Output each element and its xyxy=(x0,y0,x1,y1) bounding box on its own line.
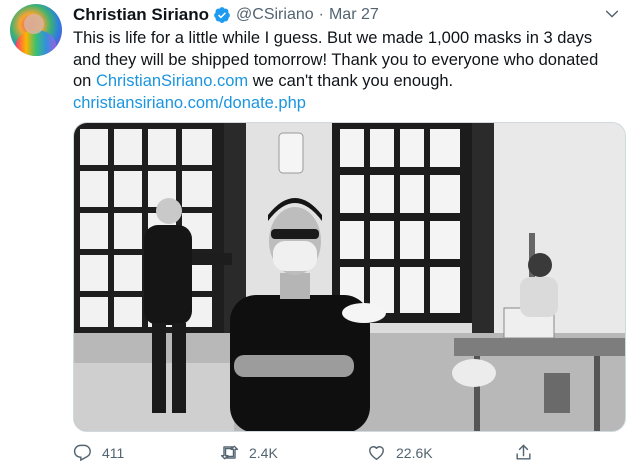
share-icon xyxy=(516,444,531,460)
website-link[interactable]: ChristianSiriano.com xyxy=(96,72,248,90)
tweet-photo[interactable] xyxy=(73,122,626,432)
chevron-down-icon[interactable] xyxy=(604,6,620,22)
author-handle[interactable]: @CSiriano xyxy=(236,6,314,24)
tweet-date[interactable]: Mar 27 xyxy=(329,6,379,24)
avatar[interactable] xyxy=(10,4,62,56)
tweet-text-prefix: on xyxy=(73,72,96,90)
reply-icon xyxy=(73,444,91,462)
photo-scene xyxy=(74,123,625,431)
tweet-text-line: on ChristianSiriano.com we can't thank y… xyxy=(73,71,628,93)
tweet-text-line: and they will be shipped tomorrow! Thank… xyxy=(73,50,599,69)
reply-button[interactable]: 411 xyxy=(73,443,124,462)
tweet-text: This is life for a little while I guess.… xyxy=(73,28,628,114)
heart-icon xyxy=(369,446,384,460)
retweet-count: 2.4K xyxy=(249,444,278,461)
tweet-text-suffix: we can't thank you enough. xyxy=(248,72,454,90)
verified-badge-icon xyxy=(214,7,230,23)
tweet-actions: 411 2.4K 22.6K xyxy=(73,443,543,465)
like-button[interactable]: 22.6K xyxy=(367,443,433,462)
separator-dot: · xyxy=(318,6,324,23)
author-name[interactable]: Christian Siriano xyxy=(73,5,209,25)
tweet-header: Christian Siriano @CSiriano · Mar 27 xyxy=(73,4,379,26)
share-button[interactable] xyxy=(514,443,543,462)
reply-count: 411 xyxy=(102,444,125,461)
avatar-face xyxy=(24,14,44,34)
tweet-text-line: This is life for a little while I guess.… xyxy=(73,29,593,47)
donate-link[interactable]: christiansiriano.com/donate.php xyxy=(73,93,628,115)
retweet-icon xyxy=(220,445,239,460)
avatar-figure xyxy=(16,30,56,56)
like-count: 22.6K xyxy=(396,444,433,461)
retweet-button[interactable]: 2.4K xyxy=(220,443,278,462)
